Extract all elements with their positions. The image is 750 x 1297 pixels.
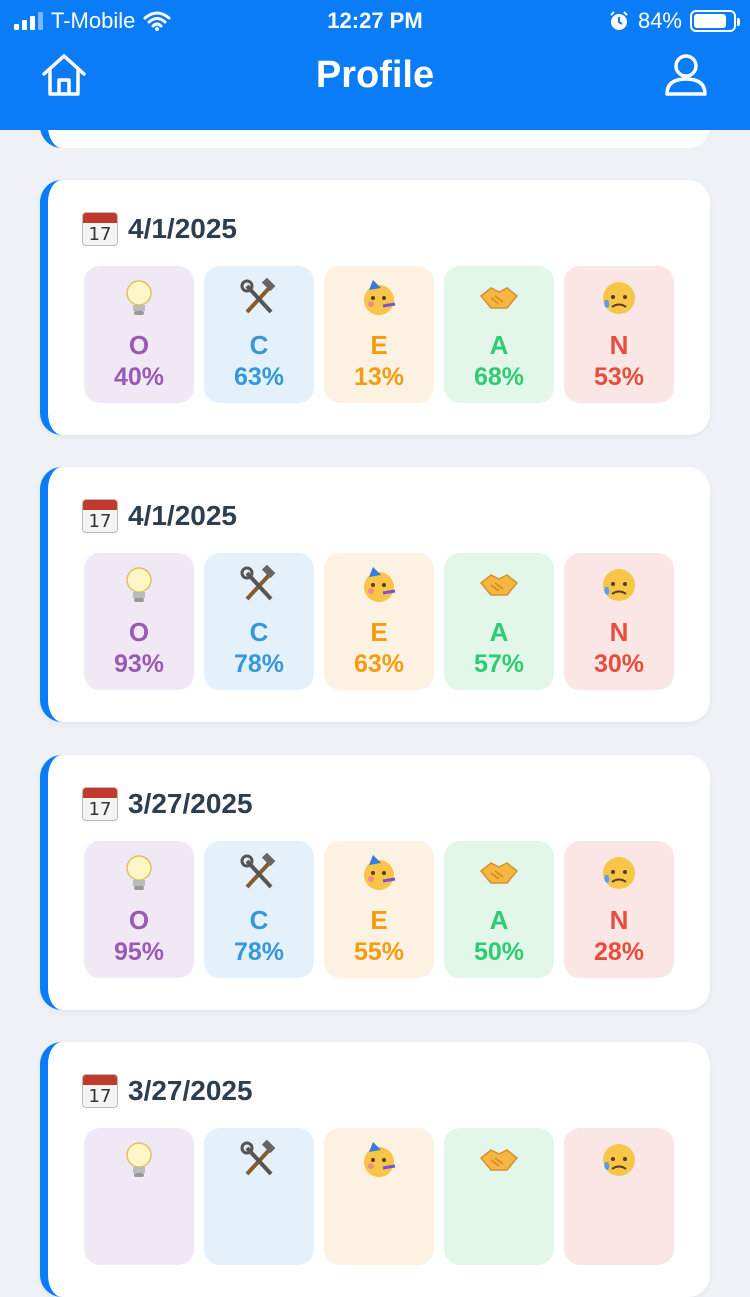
trait-openness: O 95%	[84, 841, 194, 978]
calendar-icon: 17	[82, 1074, 118, 1108]
lightbulb-icon	[84, 278, 194, 318]
battery-percent: 84%	[637, 8, 682, 33]
trait-openness: O 40%	[84, 266, 194, 403]
profile-button[interactable]	[664, 52, 708, 98]
party-face-icon	[324, 565, 434, 605]
tools-icon	[204, 1140, 314, 1180]
trait-scores: O 95% C 78% E 55% A 50% N 28%	[84, 841, 674, 978]
trait-scores: O 40% C 63% E 13% A 68% N 53%	[84, 266, 674, 403]
trait-neuroticism: N 53%	[564, 266, 674, 403]
page-title: Profile	[315, 54, 435, 96]
calendar-icon: 17	[82, 787, 118, 821]
handshake-icon	[444, 565, 554, 605]
user-icon	[665, 54, 707, 96]
tools-icon	[204, 853, 314, 893]
card-header: 17 4/1/2025	[82, 212, 237, 246]
calendar-icon: 17	[82, 212, 118, 246]
trait-conscientiousness: C 78%	[204, 841, 314, 978]
result-date: 4/1/2025	[128, 213, 237, 244]
handshake-icon	[444, 278, 554, 318]
result-card[interactable]: 17 4/1/2025 O 93% C 78% E 63% A 57% N 30…	[40, 467, 710, 722]
party-face-icon	[324, 853, 434, 893]
trait-conscientiousness: C 63%	[204, 266, 314, 403]
handshake-icon	[444, 1140, 554, 1180]
trait-agreeableness: A 68%	[444, 266, 554, 403]
result-card[interactable]: 17 3/27/2025	[40, 1042, 710, 1297]
alarm-icon	[610, 11, 628, 30]
result-date: 3/27/2025	[128, 788, 253, 819]
trait-extraversion: E 55%	[324, 841, 434, 978]
handshake-icon	[444, 853, 554, 893]
trait-scores: O 93% C 78% E 63% A 57% N 30%	[84, 553, 674, 690]
worried-face-icon	[564, 278, 674, 318]
tools-icon	[204, 565, 314, 605]
tools-icon	[204, 278, 314, 318]
result-card[interactable]: 17 4/1/2025 O 40% C 63% E 13% A 68% N 53…	[40, 180, 710, 435]
lightbulb-icon	[84, 1140, 194, 1180]
card-header: 17 3/27/2025	[82, 787, 253, 821]
trait-extraversion: E 13%	[324, 266, 434, 403]
lightbulb-icon	[84, 565, 194, 605]
card-header: 17 3/27/2025	[82, 1074, 253, 1108]
battery-icon	[690, 10, 740, 32]
calendar-icon: 17	[82, 499, 118, 533]
trait-agreeableness: A 50%	[444, 841, 554, 978]
trait-extraversion: E 63%	[324, 553, 434, 690]
worried-face-icon	[564, 565, 674, 605]
status-bar: T-Mobile 12:27 PM 84%	[0, 0, 750, 42]
trait-neuroticism: N 30%	[564, 553, 674, 690]
result-date: 3/27/2025	[128, 1075, 253, 1106]
trait-neuroticism: N 28%	[564, 841, 674, 978]
trait-agreeableness: A 57%	[444, 553, 554, 690]
result-date: 4/1/2025	[128, 500, 237, 531]
trait-conscientiousness: C 78%	[204, 553, 314, 690]
result-card[interactable]: 17 3/27/2025 O 95% C 78% E 55% A 50% N 2…	[40, 755, 710, 1010]
trait-openness: O 93%	[84, 553, 194, 690]
worried-face-icon	[564, 853, 674, 893]
party-face-icon	[324, 278, 434, 318]
card-header: 17 4/1/2025	[82, 499, 237, 533]
party-face-icon	[324, 1140, 434, 1180]
top-bar: T-Mobile 12:27 PM 84% Profile	[0, 0, 750, 130]
worried-face-icon	[564, 1140, 674, 1180]
lightbulb-icon	[84, 853, 194, 893]
